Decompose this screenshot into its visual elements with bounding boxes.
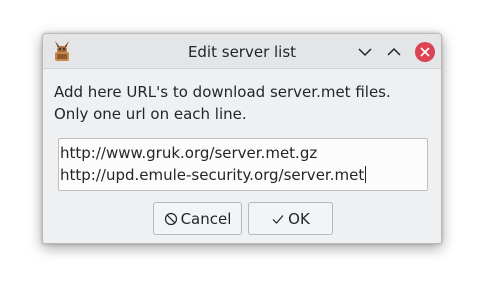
cancel-button[interactable]: Cancel — [153, 202, 242, 235]
description-line-2: Only one url on each line. — [54, 105, 247, 123]
close-button[interactable] — [415, 42, 435, 62]
title-bar[interactable]: Edit server list — [43, 34, 441, 69]
edit-server-list-dialog: Edit server list Add here URL's to downl… — [42, 33, 442, 244]
check-icon — [272, 214, 284, 224]
ok-button[interactable]: OK — [248, 202, 333, 235]
url-line-2: http://upd.emule-security.org/server.met — [60, 166, 367, 184]
server-url-textarea[interactable]: http://www.gruk.org/server.met.gz http:/… — [58, 138, 428, 191]
cancel-button-label: Cancel — [180, 209, 232, 228]
minimize-button[interactable] — [355, 42, 375, 62]
ok-button-label: OK — [288, 209, 310, 228]
chevron-up-icon — [387, 47, 401, 56]
maximize-button[interactable] — [384, 42, 404, 62]
chevron-down-icon — [358, 48, 372, 57]
description: Add here URL's to download server.met fi… — [54, 81, 391, 125]
url-line-1: http://www.gruk.org/server.met.gz — [60, 144, 318, 162]
close-icon — [420, 47, 430, 57]
text-caret — [365, 166, 367, 183]
cancel-icon — [164, 212, 177, 225]
window-title: Edit server list — [187, 43, 297, 61]
description-line-1: Add here URL's to download server.met fi… — [54, 83, 391, 101]
